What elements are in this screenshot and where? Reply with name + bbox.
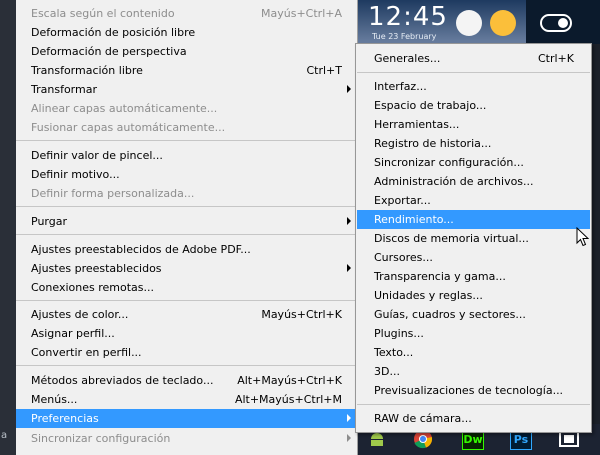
menu-separator	[16, 140, 357, 141]
menu-item-preferencias[interactable]: Preferencias	[16, 409, 357, 428]
submenu-item-herramientas[interactable]: Herramientas...	[357, 115, 590, 134]
toggle-icon	[540, 14, 572, 32]
menu-item-deformacion-posicion[interactable]: Deformación de posición libre	[16, 23, 357, 42]
submenu-item-raw-camara[interactable]: RAW de cámara...	[357, 409, 590, 428]
phone-app-icon	[490, 10, 516, 36]
menu-item-transformacion-libre[interactable]: Transformación libre Ctrl+T	[16, 61, 357, 80]
submenu-item-discos-memoria[interactable]: Discos de memoria virtual...	[357, 229, 590, 248]
phone-app-icon	[456, 10, 482, 36]
menu-item-alinear-capas[interactable]: Alinear capas automáticamente...	[16, 99, 357, 118]
menu-separator	[16, 365, 357, 366]
submenu-arrow-icon	[347, 85, 351, 93]
photoshop-label: Ps	[513, 432, 529, 446]
submenu-arrow-icon	[347, 414, 351, 422]
submenu-separator	[357, 404, 590, 405]
submenu-item-transparencia-gama[interactable]: Transparencia y gama...	[357, 267, 590, 286]
menu-item-definir-pincel[interactable]: Definir valor de pincel...	[16, 146, 357, 165]
submenu-item-guias-cuadros[interactable]: Guías, cuadros y sectores...	[357, 305, 590, 324]
left-edge-char: a	[1, 430, 8, 441]
menu-item-sincronizar-configuracion[interactable]: Sincronizar configuración	[16, 429, 357, 448]
menu-item-ajustes-color[interactable]: Ajustes de color... Mayús+Ctrl+K	[16, 305, 357, 324]
left-edge-strip: a	[0, 0, 16, 455]
submenu-arrow-icon	[347, 217, 351, 225]
menu-separator	[16, 300, 357, 301]
submenu-separator	[357, 72, 590, 73]
menu-item-definir-motivo[interactable]: Definir motivo...	[16, 165, 357, 184]
submenu-item-cursores[interactable]: Cursores...	[357, 248, 590, 267]
menu-item-definir-forma[interactable]: Definir forma personalizada...	[16, 184, 357, 203]
phone-date: Tue 23 February	[372, 32, 437, 41]
menu-separator	[16, 206, 357, 207]
submenu-item-texto[interactable]: Texto...	[357, 343, 590, 362]
submenu-item-generales[interactable]: Generales... Ctrl+K	[357, 49, 590, 68]
submenu-item-registro-historia[interactable]: Registro de historia...	[357, 134, 590, 153]
menu-item-metodos-abreviados[interactable]: Métodos abreviados de teclado... Alt+May…	[16, 371, 357, 390]
menu-item-conexiones-remotas[interactable]: Conexiones remotas...	[16, 278, 357, 297]
submenu-item-sincronizar-configuracion[interactable]: Sincronizar configuración...	[357, 153, 590, 172]
submenu-item-unidades-reglas[interactable]: Unidades y reglas...	[357, 286, 590, 305]
menu-separator	[16, 234, 357, 235]
mouse-pointer-icon	[576, 227, 590, 247]
submenu-item-exportar[interactable]: Exportar...	[357, 191, 590, 210]
submenu-item-3d[interactable]: 3D...	[357, 362, 590, 381]
menu-item-menus[interactable]: Menús... Alt+Mayús+Ctrl+M	[16, 390, 357, 409]
menu-item-ajustes-pdf[interactable]: Ajustes preestablecidos de Adobe PDF...	[16, 240, 357, 259]
menu-item-ajustes-preestablecidos[interactable]: Ajustes preestablecidos	[16, 259, 357, 278]
menu-item-purgar[interactable]: Purgar	[16, 212, 357, 231]
submenu-item-interfaz[interactable]: Interfaz...	[357, 77, 590, 96]
menu-item-convertir-perfil[interactable]: Convertir en perfil...	[16, 343, 357, 362]
submenu-item-administracion-archivos[interactable]: Administración de archivos...	[357, 172, 590, 191]
preferencias-submenu: Generales... Ctrl+K Interfaz... Espacio …	[355, 43, 592, 433]
submenu-item-plugins[interactable]: Plugins...	[357, 324, 590, 343]
submenu-arrow-icon	[347, 434, 351, 442]
phone-clock: 12:45	[368, 2, 448, 32]
submenu-item-previsualizaciones[interactable]: Previsualizaciones de tecnología...	[357, 381, 590, 400]
edit-menu: Escala según el contenido Mayús+Ctrl+A D…	[16, 0, 358, 455]
menu-item-deformacion-perspectiva[interactable]: Deformación de perspectiva	[16, 42, 357, 61]
menu-item-asignar-perfil[interactable]: Asignar perfil...	[16, 324, 357, 343]
dreamweaver-label: Dw	[463, 432, 483, 446]
submenu-item-espacio-trabajo[interactable]: Espacio de trabajo...	[357, 96, 590, 115]
submenu-item-rendimiento[interactable]: Rendimiento...	[357, 210, 590, 229]
menu-item-transformar[interactable]: Transformar	[16, 80, 357, 99]
menu-item-escala-contenido[interactable]: Escala según el contenido Mayús+Ctrl+A	[16, 4, 357, 23]
submenu-arrow-icon	[347, 264, 351, 272]
menu-item-fusionar-capas[interactable]: Fusionar capas automáticamente...	[16, 118, 357, 137]
